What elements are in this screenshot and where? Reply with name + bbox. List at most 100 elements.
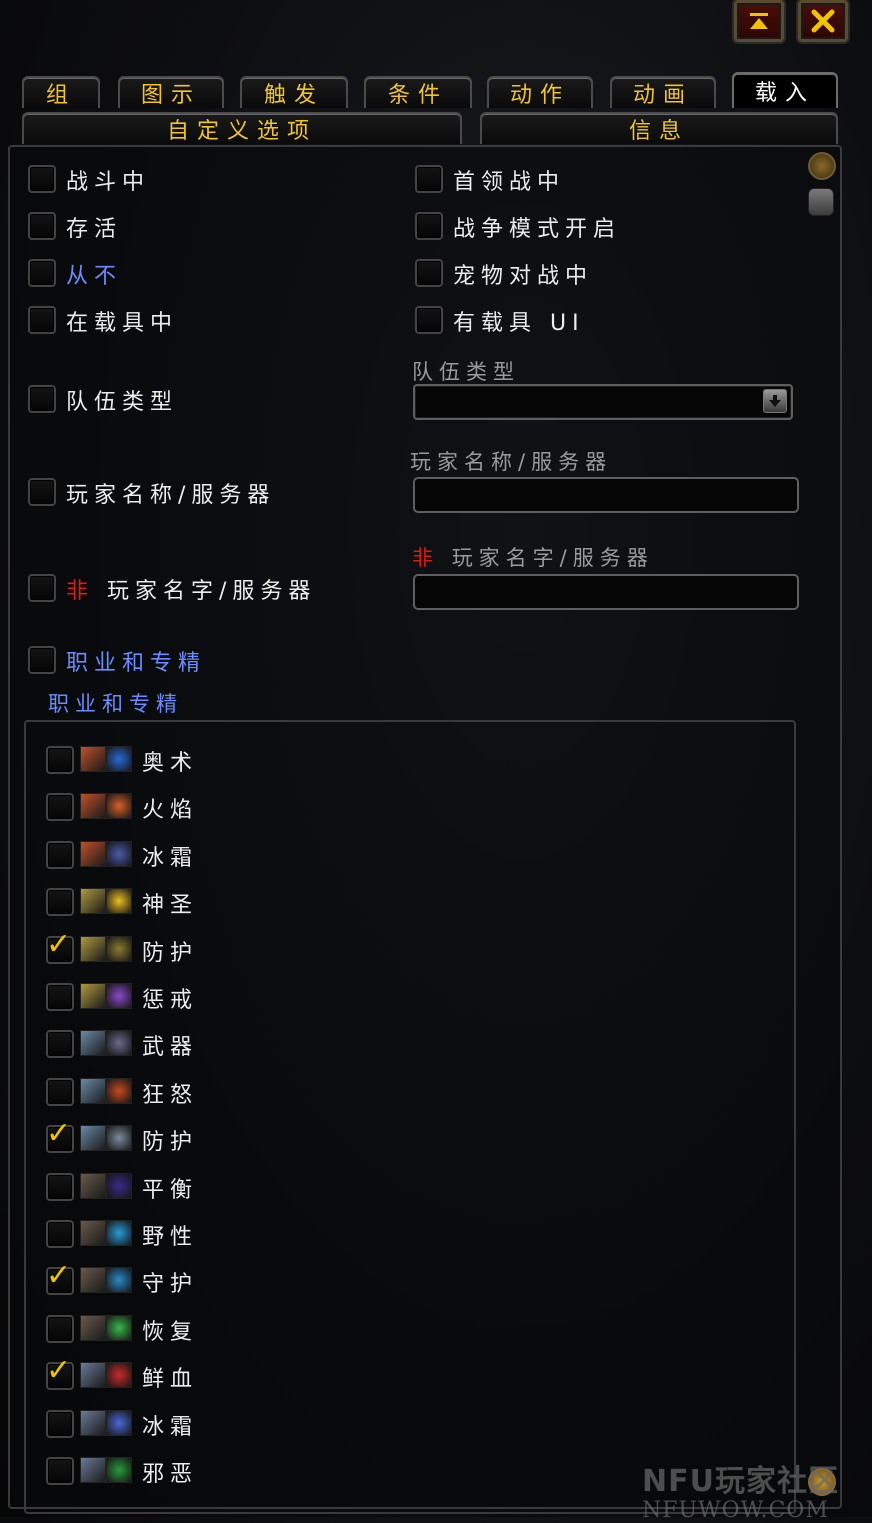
shield-icon [106,1125,132,1151]
in-vehicle-label: 在载具中 [66,311,179,336]
pet-battle-checkbox[interactable] [415,259,443,287]
boss-encounter-checkbox[interactable] [415,165,443,193]
spec-checkbox[interactable] [46,1315,74,1343]
collapse-button[interactable] [734,0,784,42]
tab-conditions[interactable]: 条件 [364,76,472,108]
mage-icon [80,746,106,772]
spec-checkbox[interactable] [46,1220,74,1248]
close-icon [810,8,836,34]
vehicle-ui-checkbox[interactable] [415,306,443,334]
in-vehicle-checkbox[interactable] [28,306,56,334]
spec-row[interactable]: 冰霜 [40,1410,340,1440]
not-player-name-field-text: 玩家名字/服务器 [451,546,654,570]
tab-information[interactable]: 信息 [480,112,838,144]
spec-checkbox[interactable] [46,888,74,916]
alive-checkbox[interactable] [28,212,56,240]
in-combat-checkbox[interactable] [28,165,56,193]
tab-trigger[interactable]: 触发 [240,76,348,108]
scroll-up-button[interactable] [808,152,836,180]
arms-icon [106,1030,132,1056]
spec-label: 冰霜 [142,846,199,871]
spec-row[interactable]: ✓ 防护 [40,1119,340,1155]
spec-checkbox[interactable] [46,1078,74,1106]
blood-icon [106,1362,132,1388]
frost-dk-icon [106,1410,132,1436]
spec-label: 防护 [142,941,199,966]
druid-icon [80,1267,106,1293]
spec-row[interactable]: 武器 [40,1030,340,1060]
collapse-icon [746,10,772,32]
player-name-input[interactable] [413,477,799,513]
tab-group[interactable]: 组 [22,76,100,108]
spec-row[interactable]: 奥术 [40,746,340,776]
spec-checkbox[interactable] [46,746,74,774]
spec-label: 武器 [142,1035,199,1060]
group-type-checkbox[interactable] [28,385,56,413]
druid-icon [80,1220,106,1246]
tab-custom-options[interactable]: 自定义选项 [22,112,462,144]
watermark: NFU玩家社区 NFUWOW.COM [642,1456,839,1523]
spec-row[interactable]: 神圣 [40,888,340,918]
spec-label: 防护 [142,1130,199,1155]
vehicle-ui-label: 有载具 UI [453,311,585,336]
spec-row[interactable]: ✓ 守护 [40,1261,340,1297]
spec-label: 守护 [142,1272,199,1297]
spec-label: 邪恶 [142,1462,199,1487]
tab-load[interactable]: 载入 [732,72,838,108]
group-type-label: 队伍类型 [66,390,179,415]
tab-animations[interactable]: 动画 [610,76,716,108]
spec-row[interactable]: 恢复 [40,1315,340,1345]
scroll-thumb[interactable] [808,188,834,216]
not-prefix-field: 非 [412,546,439,570]
never-label: 从不 [66,264,123,289]
not-player-name-input[interactable] [413,574,799,610]
checkmark-icon: ✓ [46,1353,72,1388]
watermark-line1: NFU玩家社区 [642,1464,839,1499]
spec-checkbox[interactable]: ✓ [46,1119,74,1153]
spec-row[interactable]: 狂怒 [40,1078,340,1108]
not-player-name-text: 玩家名字/服务器 [107,579,317,604]
unholy-icon [106,1457,132,1483]
in-combat-label: 战斗中 [66,170,151,195]
spec-row[interactable]: 平衡 [40,1173,340,1203]
spec-checkbox[interactable] [46,1457,74,1485]
tab-display[interactable]: 图示 [118,76,224,108]
spec-checkbox[interactable]: ✓ [46,930,74,964]
spec-row[interactable]: 惩戒 [40,983,340,1013]
spec-row[interactable]: ✓ 鲜血 [40,1356,340,1392]
tab-actions[interactable]: 动作 [487,76,593,108]
paladin-icon [80,936,106,962]
class-spec-label: 职业和专精 [66,651,207,676]
spec-row[interactable]: 冰霜 [40,841,340,871]
spec-checkbox[interactable] [46,1030,74,1058]
dropdown-arrow-icon[interactable] [763,389,787,413]
spec-row[interactable]: 野性 [40,1220,340,1250]
spec-label: 火焰 [142,798,199,823]
class-spec-checkbox[interactable] [28,646,56,674]
spec-checkbox[interactable] [46,983,74,1011]
guardian-icon [106,1267,132,1293]
close-button[interactable] [798,0,848,42]
spec-checkbox[interactable]: ✓ [46,1261,74,1295]
spec-row[interactable]: ✓ 防护 [40,930,340,966]
spec-checkbox[interactable] [46,1410,74,1438]
druid-icon [80,1173,106,1199]
mage-icon [80,793,106,819]
death-knight-icon [80,1457,106,1483]
never-checkbox[interactable] [28,259,56,287]
spec-checkbox[interactable] [46,841,74,869]
not-player-name-checkbox[interactable] [28,574,56,602]
spec-checkbox[interactable]: ✓ [46,1356,74,1390]
warrior-icon [80,1030,106,1056]
war-mode-label: 战争模式开启 [453,217,622,242]
not-prefix: 非 [66,579,95,604]
group-type-dropdown[interactable] [413,384,793,420]
player-name-label: 玩家名称/服务器 [66,483,276,508]
spec-checkbox[interactable] [46,793,74,821]
holy-icon [106,888,132,914]
player-name-checkbox[interactable] [28,478,56,506]
war-mode-checkbox[interactable] [415,212,443,240]
spec-checkbox[interactable] [46,1173,74,1201]
spec-row[interactable]: 火焰 [40,793,340,823]
spec-row[interactable]: 邪恶 [40,1457,340,1487]
